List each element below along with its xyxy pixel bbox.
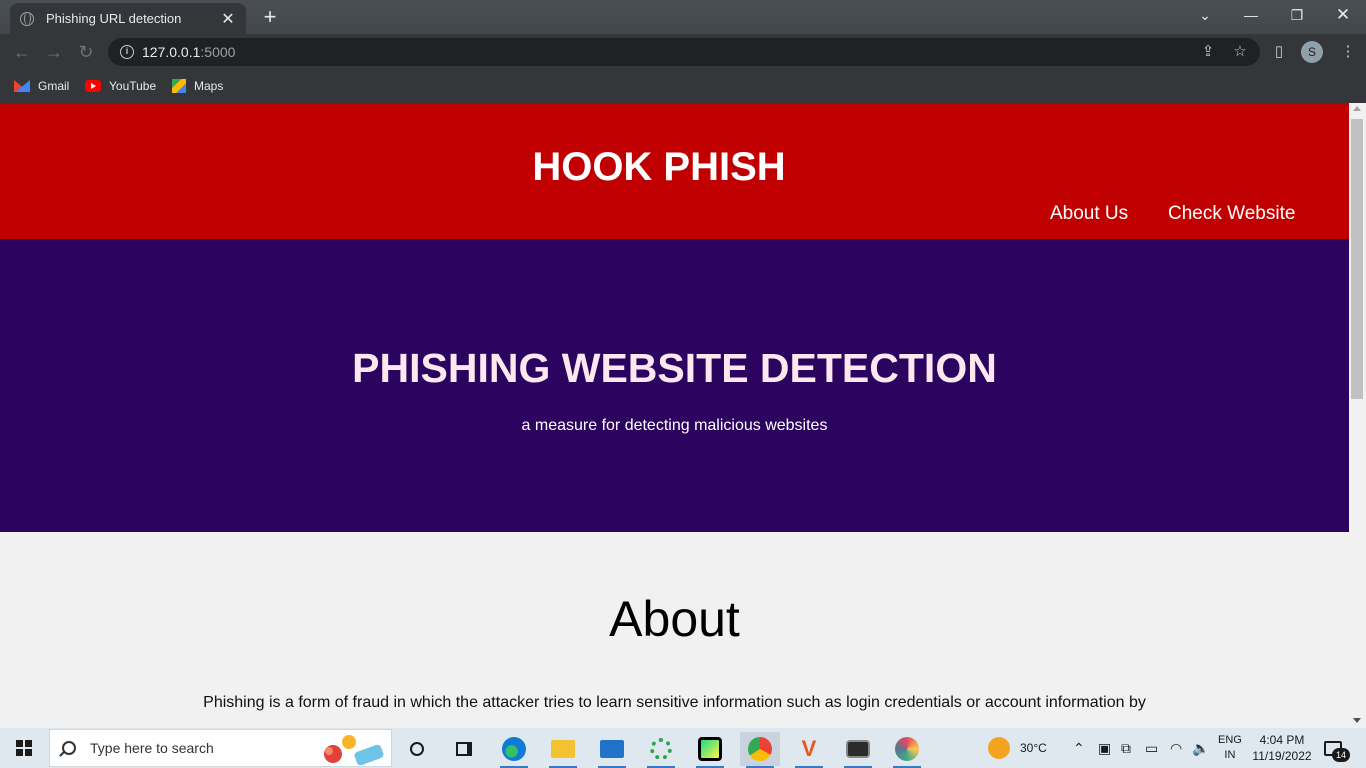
site-header: HOOK PHISH About Us Check Website: [0, 103, 1349, 239]
reload-icon[interactable]: ↻: [74, 40, 98, 64]
circle-app-icon[interactable]: [641, 732, 681, 768]
battery-icon[interactable]: ▭: [1145, 728, 1158, 768]
vector-app-icon[interactable]: V: [789, 732, 829, 768]
clock[interactable]: 4:04 PM 11/19/2022: [1251, 728, 1313, 768]
bookmark-maps[interactable]: Maps: [172, 76, 223, 96]
back-arrow-icon[interactable]: ←: [10, 40, 34, 64]
about-section: About Phishing is a form of fraud in whi…: [0, 532, 1349, 728]
pycharm-icon[interactable]: [690, 732, 730, 768]
language-region: IN: [1224, 749, 1236, 761]
about-heading: About: [609, 591, 740, 647]
restore-button[interactable]: ❐: [1274, 0, 1320, 30]
weather-widget[interactable]: 30°C: [988, 728, 1047, 768]
youtube-icon: [85, 80, 101, 92]
cortana-icon[interactable]: [397, 732, 437, 766]
browser-toolbar: ← → ↻ i 127.0.0.1:5000 ⇪ ☆ ▯ S ⋮: [0, 34, 1366, 70]
address-port: :5000: [200, 44, 236, 60]
bookmark-label: Maps: [194, 79, 224, 93]
taskbar-search-box[interactable]: Type here to search: [49, 729, 392, 767]
clock-time: 4:04 PM: [1259, 733, 1305, 747]
scroll-up-arrow-icon[interactable]: [1353, 106, 1361, 111]
gmail-icon: [14, 80, 30, 92]
file-explorer-icon[interactable]: [543, 732, 583, 768]
page-viewport: HOOK PHISH About Us Check Website PHISHI…: [0, 103, 1349, 728]
paint-icon[interactable]: [887, 732, 927, 768]
minimize-button[interactable]: —: [1228, 0, 1274, 30]
edge-icon[interactable]: [494, 732, 534, 768]
globe-icon: [20, 11, 34, 26]
bookmark-youtube[interactable]: YouTube: [85, 76, 156, 96]
scrollbar-thumb[interactable]: [1351, 119, 1363, 399]
bookmark-star-icon[interactable]: ☆: [1230, 42, 1250, 62]
show-hidden-icons-icon[interactable]: ⌃: [1073, 728, 1085, 768]
page-scrollbar[interactable]: [1349, 103, 1366, 728]
hero-subtitle: a measure for detecting malicious websit…: [521, 417, 828, 434]
tab-search-icon[interactable]: ⌄: [1182, 0, 1228, 30]
task-view-icon[interactable]: [444, 732, 484, 766]
meet-now-icon[interactable]: ▣: [1098, 728, 1111, 768]
device-icon[interactable]: ⧉: [1121, 728, 1131, 768]
bookmark-label: Gmail: [38, 79, 70, 93]
bookmark-gmail[interactable]: Gmail: [14, 76, 69, 96]
address-bar[interactable]: i 127.0.0.1:5000: [108, 38, 1260, 66]
language-code: ENG: [1218, 734, 1242, 746]
notification-center-icon[interactable]: 14: [1324, 728, 1350, 768]
windows-taskbar: Type here to search V 30°C ⌃ ▣ ⧉ ▭ ◠ 🔈 E…: [0, 728, 1366, 768]
menu-kebab-icon[interactable]: ⋮: [1338, 42, 1358, 62]
share-icon[interactable]: ⇪: [1198, 42, 1218, 62]
address-host: 127.0.0.1: [142, 44, 201, 60]
browser-tab-active[interactable]: Phishing URL detection ✕: [10, 3, 246, 34]
maps-icon: [172, 79, 186, 93]
site-brand: HOOK PHISH: [532, 145, 786, 189]
close-window-button[interactable]: ✕: [1320, 0, 1366, 30]
windows-start-icon[interactable]: [16, 740, 32, 756]
search-placeholder: Type here to search: [90, 740, 214, 756]
notification-count: 14: [1332, 748, 1350, 762]
mail-icon[interactable]: [592, 732, 632, 768]
hero-title: PHISHING WEBSITE DETECTION: [352, 345, 997, 391]
weather-temperature: 30°C: [1020, 741, 1047, 755]
about-text: Phishing is a form of fraud in which the…: [203, 694, 1146, 711]
nav-check-website[interactable]: Check Website: [1168, 203, 1295, 225]
bookmark-label: YouTube: [109, 79, 157, 93]
browser-tab-strip: Phishing URL detection ✕ + ⌄ — ❐ ✕: [0, 0, 1366, 34]
chrome-icon[interactable]: [740, 732, 780, 768]
forward-arrow-icon[interactable]: →: [42, 40, 66, 64]
profile-avatar[interactable]: S: [1301, 41, 1323, 63]
volume-icon[interactable]: 🔈: [1192, 728, 1209, 768]
weather-sun-icon: [988, 737, 1010, 759]
language-indicator[interactable]: ENG IN: [1218, 728, 1242, 768]
nav-about-us[interactable]: About Us: [1050, 203, 1128, 225]
search-highlight-icon: [324, 735, 384, 766]
bookmarks-bar: Gmail YouTube Maps: [0, 70, 1366, 103]
tab-title: Phishing URL detection: [46, 11, 182, 26]
clock-date: 11/19/2022: [1252, 749, 1312, 763]
hero-section: PHISHING WEBSITE DETECTION a measure for…: [0, 239, 1349, 532]
site-info-icon[interactable]: i: [120, 45, 134, 59]
terminal-icon[interactable]: [838, 732, 878, 768]
close-tab-icon[interactable]: ✕: [220, 9, 236, 29]
wifi-icon[interactable]: ◠: [1170, 728, 1182, 768]
side-panel-icon[interactable]: ▯: [1269, 42, 1289, 62]
new-tab-button[interactable]: +: [258, 5, 282, 29]
scroll-down-arrow-icon[interactable]: [1353, 718, 1361, 723]
search-icon: [62, 741, 76, 755]
